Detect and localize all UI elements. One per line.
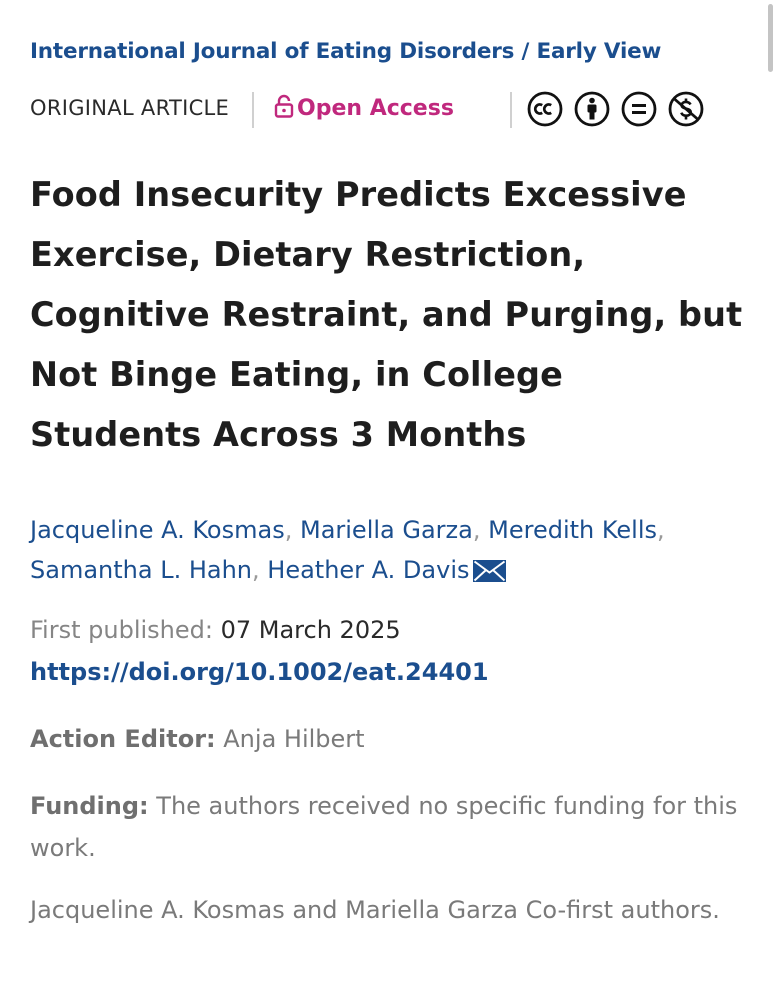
author-list: Jacqueline A. Kosmas, Mariella Garza, Me…	[30, 510, 750, 590]
article-title: Food Insecurity Predicts Excessive Exerc…	[30, 175, 743, 454]
license-icons[interactable]	[527, 91, 715, 129]
open-access-badge[interactable]: Open Access	[274, 94, 454, 121]
divider	[510, 92, 512, 128]
cc-icon	[527, 91, 563, 127]
author-separator: ,	[472, 516, 489, 544]
funding-label: Funding:	[30, 792, 149, 820]
by-icon	[574, 91, 610, 127]
journal-link[interactable]: International Journal of Eating Disorder…	[30, 39, 514, 64]
published-label: First published:	[30, 616, 213, 644]
author-separator: ,	[284, 516, 300, 544]
issue-link[interactable]: Early View	[536, 39, 661, 64]
nc-icon	[668, 91, 704, 127]
author-separator: ,	[657, 516, 665, 544]
action-editor-name: Anja Hilbert	[223, 725, 365, 753]
author-separator: ,	[252, 556, 268, 584]
author-link[interactable]: Samantha L. Hahn	[30, 556, 252, 584]
doi-link[interactable]: https://doi.org/10.1002/eat.24401	[30, 658, 489, 686]
article-type: ORIGINAL ARTICLE	[30, 96, 230, 120]
breadcrumb-separator: /	[514, 39, 537, 64]
nd-icon	[621, 91, 657, 127]
published-date: 07 March 2025	[220, 616, 401, 644]
email-icon[interactable]	[473, 560, 507, 582]
funding-statement: Funding: The authors received no specifi…	[30, 785, 750, 869]
author-link[interactable]: Jacqueline A. Kosmas	[30, 516, 285, 544]
unlock-icon	[274, 94, 294, 118]
author-link[interactable]: Mariella Garza	[300, 516, 473, 544]
author-link[interactable]: Heather A. Davis	[267, 556, 469, 584]
action-editor: Action Editor: Anja Hilbert	[30, 725, 365, 753]
article-meta-row: ORIGINAL ARTICLE Open Access	[30, 90, 750, 130]
journal-breadcrumb: International Journal of Eating Disorder…	[30, 39, 661, 64]
open-access-label: Open Access	[297, 96, 454, 121]
divider	[252, 92, 254, 128]
publication-date: First published: 07 March 2025	[30, 616, 401, 644]
author-link[interactable]: Meredith Kells	[488, 516, 657, 544]
action-editor-label: Action Editor:	[30, 725, 216, 753]
co-first-authors-note: Jacqueline A. Kosmas and Mariella Garza …	[30, 896, 720, 924]
scrollbar-thumb[interactable]	[768, 4, 773, 72]
